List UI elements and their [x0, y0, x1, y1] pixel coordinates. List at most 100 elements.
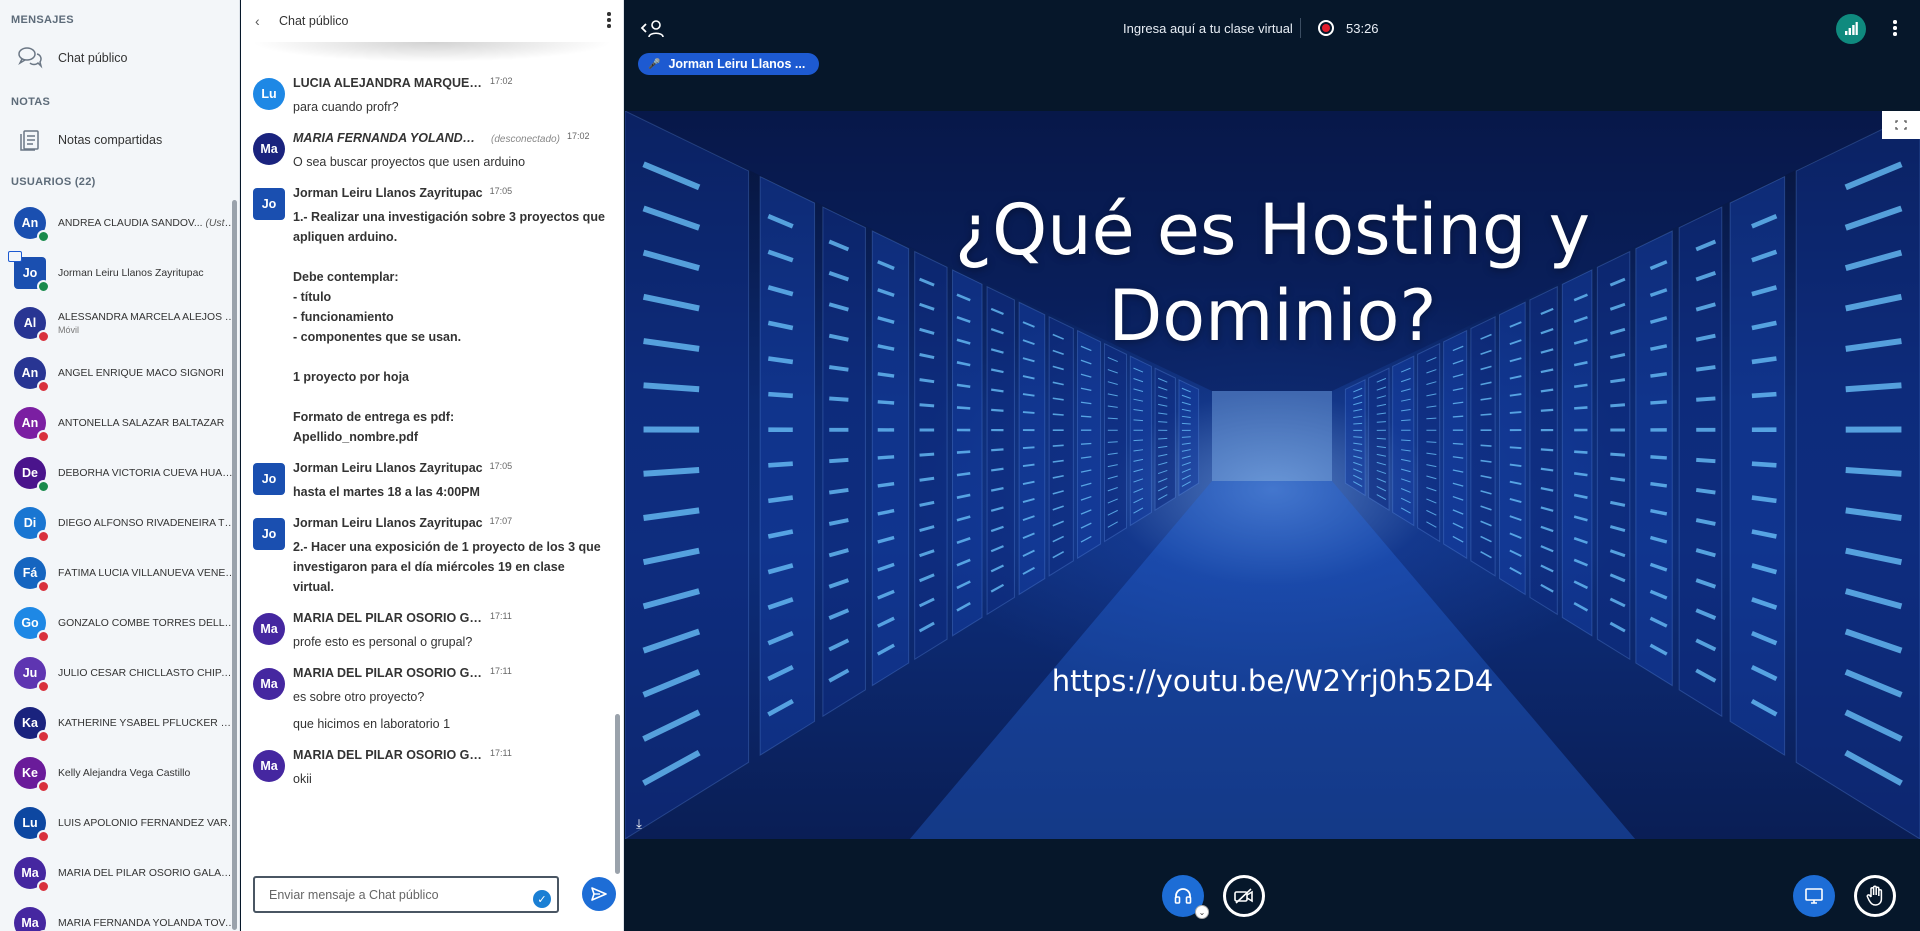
user-list-item[interactable]: Di DIEGO ALFONSO RIVADENEIRA TU...	[0, 498, 239, 548]
avatar: Di	[14, 507, 50, 543]
disconnected-label: (desconectado)	[491, 134, 560, 145]
chat-message: Ma MARIA DEL PILAR OSORIO GALARZA 17:11 es …	[241, 660, 613, 742]
message-time: 17:11	[490, 748, 512, 758]
avatar: Lu	[253, 78, 285, 110]
user-list[interactable]: An ANDREA CLAUDIA SANDOV... (Usted) Jo Jorm…	[0, 198, 239, 931]
user-list-item[interactable]: Fá FÁTIMA LUCIA VILLANUEVA VENEG...	[0, 548, 239, 598]
chevron-down-icon[interactable]: ⌄	[1195, 905, 1209, 919]
presenter-icon	[8, 251, 22, 262]
leave-audio-button[interactable]: ⌄	[1162, 875, 1209, 919]
chat-message: Ma MARIA DEL PILAR OSORIO GALARZA 17:11 oki…	[241, 742, 613, 797]
message-author: Jorman Leiru Llanos Zayritupac	[293, 461, 483, 475]
avatar-initials: An	[21, 416, 39, 430]
user-list-item[interactable]: Jo Jorman Leiru Llanos Zayritupac	[0, 248, 239, 298]
avatar-initials: De	[22, 466, 38, 480]
microphone-on-icon	[37, 280, 50, 293]
user-list-item[interactable]: An ANDREA CLAUDIA SANDOV... (Usted)	[0, 198, 239, 248]
fullscreen-icon	[1895, 120, 1907, 130]
user-list-item[interactable]: Ka KATHERINE YSABEL PFLUCKER GU...	[0, 698, 239, 748]
presentation-button[interactable]	[1793, 875, 1835, 917]
user-list-panel: MENSAJES Chat público NOTAS Notas compar…	[0, 0, 240, 931]
public-chat-item[interactable]: Chat público	[0, 34, 239, 82]
avatar-initials: Jo	[22, 266, 38, 280]
avatar: An	[14, 407, 50, 443]
user-list-item[interactable]: De DEBORHA VICTORIA CUEVA HUAPA...	[0, 448, 239, 498]
user-list-item[interactable]: An ANGEL ENRIQUE MACO SIGNORI	[0, 348, 239, 398]
avatar: Ka	[14, 707, 50, 743]
action-bar: ⌄	[625, 875, 1920, 925]
microphone-muted-icon	[37, 830, 50, 843]
microphone-icon: 🎤	[648, 58, 661, 70]
message-text: que hicimos en laboratorio 1	[293, 717, 451, 731]
share-webcam-button[interactable]	[1223, 875, 1265, 917]
top-bar: Ingresa aquí a tu clase virtual 53:26 🎤 …	[625, 0, 1920, 75]
user-name: Jorman Leiru Llanos Zayritupac	[58, 267, 204, 279]
user-name: ANGEL ENRIQUE MACO SIGNORI	[58, 367, 224, 379]
microphone-muted-icon	[37, 330, 50, 343]
user-name: MARIA FERNANDA YOLANDA TOVA...	[58, 917, 238, 929]
message-author: LUCIA ALEJANDRA MARQUEZADO MIRABAL	[293, 76, 483, 90]
avatar-initials: Jo	[261, 472, 277, 486]
user-name: Kelly Alejandra Vega Castillo	[58, 767, 191, 779]
user-list-item[interactable]: Go GONZALO COMBE TORRES DELLA ...	[0, 598, 239, 648]
message-author: MARIA DEL PILAR OSORIO GALARZA	[293, 611, 483, 625]
user-list-item[interactable]: Ma MARIA DEL PILAR OSORIO GALARZA	[0, 848, 239, 898]
microphone-muted-icon	[37, 380, 50, 393]
message-time: 17:11	[490, 611, 512, 621]
slide-link[interactable]: https://youtu.be/W2Yrj0h52D4	[625, 664, 1920, 698]
avatar-initials: Ma	[260, 759, 278, 773]
download-icon[interactable]: ⤓	[630, 816, 648, 834]
chat-panel: ‹ Chat público Lu LUCIA ALEJANDRA MARQUEZ…	[241, 0, 624, 931]
message-time: 17:05	[489, 461, 513, 471]
signal-bars-icon	[1845, 22, 1858, 35]
avatar: Jo	[253, 188, 285, 220]
topbar-divider	[1300, 18, 1301, 38]
avatar: Go	[14, 607, 50, 643]
avatar: Ma	[14, 907, 50, 931]
user-list-item[interactable]: Al ALESSANDRA MARCELA ALEJOS YA... Móvil	[0, 298, 239, 348]
user-list-item[interactable]: Ju JULIO CESAR CHICLLASTO CHIPANA	[0, 648, 239, 698]
raise-hand-button[interactable]	[1854, 875, 1896, 917]
message-time: 17:02	[490, 76, 513, 86]
user-name: LUIS APOLONIO FERNANDEZ VARG...	[58, 817, 238, 829]
notes-section-title: NOTAS	[11, 96, 51, 108]
avatar-initials: Ma	[260, 677, 278, 691]
toggle-userlist-button[interactable]	[639, 18, 667, 40]
message-text: profe esto es personal o grupal?	[293, 635, 473, 649]
notes-icon	[16, 126, 44, 154]
avatar: Ma	[253, 133, 285, 165]
avatar: Al	[14, 307, 50, 343]
chat-message-input[interactable]	[255, 878, 557, 911]
user-list-item[interactable]: Ma MARIA FERNANDA YOLANDA TOVA...	[0, 898, 239, 931]
chat-title[interactable]: Chat público	[279, 14, 349, 28]
chat-scrollbar[interactable]	[615, 714, 620, 874]
microphone-muted-icon	[37, 880, 50, 893]
message-author: MARIA DEL PILAR OSORIO GALARZA	[293, 748, 483, 762]
user-list-item[interactable]: An ANTONELLA SALAZAR BALTAZAR	[0, 398, 239, 448]
main-area: Ingresa aquí a tu clase virtual 53:26 🎤 …	[625, 0, 1920, 931]
user-list-item[interactable]: Ke Kelly Alejandra Vega Castillo	[0, 748, 239, 798]
connection-status-button[interactable]	[1836, 14, 1866, 44]
user-list-scrollbar[interactable]	[232, 200, 237, 930]
chat-message: Ma MARIA DEL PILAR OSORIO GALARZA 17:11 pro…	[241, 605, 613, 660]
presentation-slide: ¿Qué es Hosting y Dominio? https://youtu…	[625, 111, 1920, 839]
avatar: An	[14, 207, 50, 243]
headphones-icon	[1174, 888, 1192, 904]
send-message-button[interactable]	[582, 877, 616, 911]
message-text: para cuando profr?	[293, 100, 399, 114]
user-name: DEBORHA VICTORIA CUEVA HUAPA...	[58, 467, 238, 479]
recording-indicator-icon[interactable]	[1318, 20, 1334, 36]
recording-time: 53:26	[1346, 21, 1379, 36]
shared-notes-item[interactable]: Notas compartidas	[0, 116, 239, 164]
user-name: GONZALO COMBE TORRES DELLA ...	[58, 617, 238, 629]
chat-input-box: ✓	[253, 876, 559, 913]
microphone-muted-icon	[37, 430, 50, 443]
options-menu-icon[interactable]	[1893, 20, 1897, 38]
chevron-left-icon[interactable]: ‹	[255, 13, 271, 29]
fullscreen-button[interactable]	[1882, 111, 1920, 139]
user-list-item[interactable]: Lu LUIS APOLONIO FERNANDEZ VARG...	[0, 798, 239, 848]
chat-header: ‹ Chat público	[241, 0, 623, 42]
talking-indicator[interactable]: 🎤 Jorman Leiru Llanos ...	[638, 53, 819, 75]
chat-options-icon[interactable]	[607, 12, 611, 30]
microphone-muted-icon	[37, 780, 50, 793]
